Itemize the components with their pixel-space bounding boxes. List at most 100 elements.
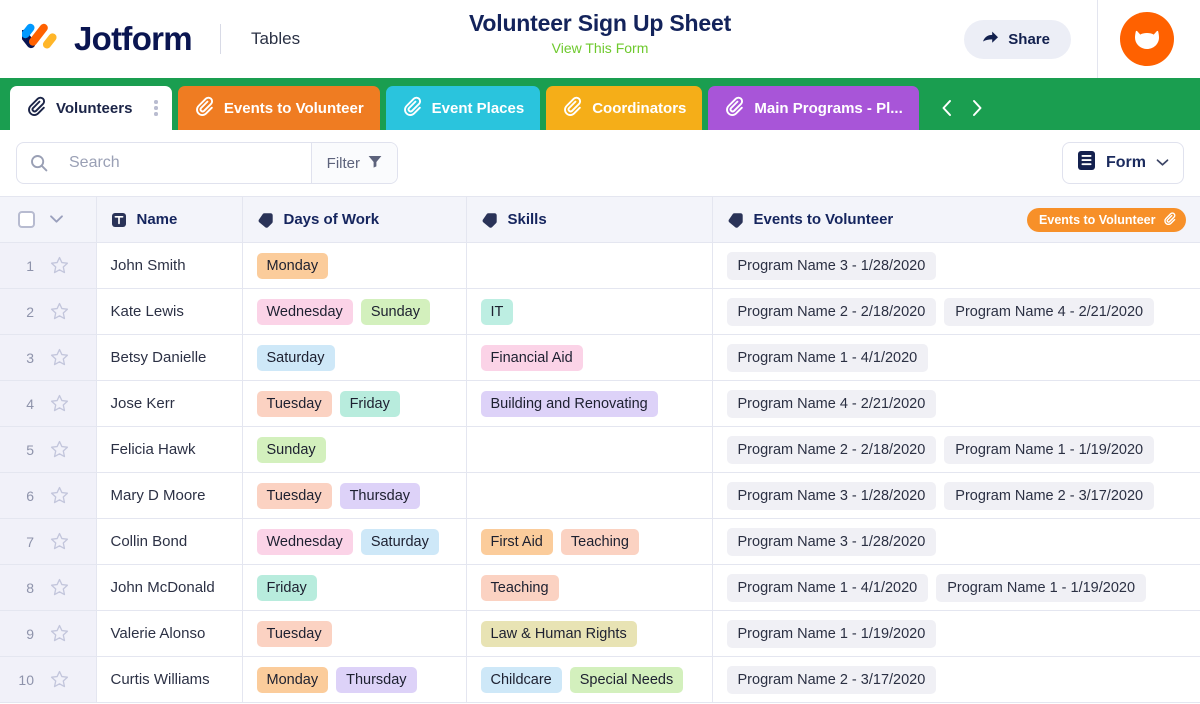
tag-chip[interactable]: Monday xyxy=(256,666,329,693)
header-name[interactable]: Name xyxy=(96,196,243,243)
tag-chip[interactable]: Saturday xyxy=(256,344,335,371)
favorite-star-icon[interactable] xyxy=(50,440,69,459)
cell-events-to-volunteer[interactable]: Program Name 1 - 4/1/2020 xyxy=(712,334,1200,381)
cell-days-of-work[interactable]: Tuesday xyxy=(242,610,467,657)
table-row[interactable]: 8 John McDonald Friday Teaching Program … xyxy=(0,564,1200,611)
cell-days-of-work[interactable]: Wednesday Saturday xyxy=(242,518,467,565)
event-chip[interactable]: Program Name 4 - 2/21/2020 xyxy=(726,389,937,418)
cell-events-to-volunteer[interactable]: Program Name 1 - 4/1/2020 Program Name 1 … xyxy=(712,564,1200,611)
cell-days-of-work[interactable]: Wednesday Sunday xyxy=(242,288,467,335)
tab-volunteers[interactable]: Volunteers xyxy=(10,86,172,130)
table-row[interactable]: 6 Mary D Moore Tuesday Thursday Program N… xyxy=(0,472,1200,519)
row-options-chevron-icon[interactable] xyxy=(49,211,64,228)
cell-skills[interactable]: Financial Aid xyxy=(466,334,713,381)
view-form-link[interactable]: View This Form xyxy=(0,40,1200,56)
event-chip[interactable]: Program Name 4 - 2/21/2020 xyxy=(944,297,1155,326)
favorite-star-icon[interactable] xyxy=(50,256,69,275)
cell-name[interactable]: John McDonald xyxy=(96,564,243,611)
cell-days-of-work[interactable]: Monday Thursday xyxy=(242,656,467,703)
event-chip[interactable]: Program Name 2 - 2/18/2020 xyxy=(726,435,937,464)
user-avatar[interactable] xyxy=(1120,12,1174,66)
event-chip[interactable]: Program Name 3 - 1/28/2020 xyxy=(726,481,937,510)
search-input[interactable] xyxy=(57,154,311,172)
tag-chip[interactable]: Monday xyxy=(256,252,329,279)
tab-coordinators[interactable]: Coordinators xyxy=(546,86,703,130)
tag-chip[interactable]: Childcare xyxy=(480,666,562,693)
cell-events-to-volunteer[interactable]: Program Name 2 - 2/18/2020 Program Name 1… xyxy=(712,426,1200,473)
favorite-star-icon[interactable] xyxy=(50,670,69,689)
favorite-star-icon[interactable] xyxy=(50,532,69,551)
tag-chip[interactable]: Friday xyxy=(256,574,317,601)
event-chip[interactable]: Program Name 1 - 4/1/2020 xyxy=(726,343,929,372)
header-skills[interactable]: Skills xyxy=(466,196,713,243)
tag-chip[interactable]: Sunday xyxy=(256,436,326,463)
linked-table-badge[interactable]: Events to Volunteer xyxy=(1027,207,1186,232)
favorite-star-icon[interactable] xyxy=(50,302,69,321)
tag-chip[interactable]: Law & Human Rights xyxy=(480,620,637,647)
event-chip[interactable]: Program Name 1 - 1/19/2020 xyxy=(944,435,1155,464)
cell-name[interactable]: Collin Bond xyxy=(96,518,243,565)
tag-chip[interactable]: Wednesday xyxy=(256,528,353,555)
favorite-star-icon[interactable] xyxy=(50,394,69,413)
cell-name[interactable]: Curtis Williams xyxy=(96,656,243,703)
table-row[interactable]: 9 Valerie Alonso Tuesday Law & Human Rig… xyxy=(0,610,1200,657)
tag-chip[interactable]: Financial Aid xyxy=(480,344,583,371)
cell-skills[interactable]: IT xyxy=(466,288,713,335)
tag-chip[interactable]: Thursday xyxy=(339,482,421,509)
header-days-of-work[interactable]: Days of Work xyxy=(242,196,467,243)
cell-name[interactable]: Betsy Danielle xyxy=(96,334,243,381)
cell-skills[interactable]: Teaching xyxy=(466,564,713,611)
event-chip[interactable]: Program Name 1 - 1/19/2020 xyxy=(726,619,937,648)
table-row[interactable]: 1 John Smith Monday Program Name 3 - 1/2… xyxy=(0,242,1200,289)
cell-events-to-volunteer[interactable]: Program Name 3 - 1/28/2020 Program Name 2… xyxy=(712,472,1200,519)
favorite-star-icon[interactable] xyxy=(50,578,69,597)
cell-name[interactable]: Felicia Hawk xyxy=(96,426,243,473)
event-chip[interactable]: Program Name 2 - 3/17/2020 xyxy=(726,665,937,694)
table-row[interactable]: 2 Kate Lewis Wednesday Sunday IT Program … xyxy=(0,288,1200,335)
cell-events-to-volunteer[interactable]: Program Name 3 - 1/28/2020 xyxy=(712,242,1200,289)
cell-skills[interactable]: Building and Renovating xyxy=(466,380,713,427)
tab-event-places[interactable]: Event Places xyxy=(385,86,541,130)
favorite-star-icon[interactable] xyxy=(50,348,69,367)
favorite-star-icon[interactable] xyxy=(50,486,69,505)
event-chip[interactable]: Program Name 2 - 3/17/2020 xyxy=(944,481,1155,510)
header-events-to-volunteer[interactable]: Events to Volunteer Events to Volunteer xyxy=(712,196,1200,243)
cell-skills[interactable] xyxy=(466,242,713,289)
cell-skills[interactable]: First Aid Teaching xyxy=(466,518,713,565)
cell-skills[interactable] xyxy=(466,426,713,473)
tag-chip[interactable]: Teaching xyxy=(560,528,639,555)
cell-events-to-volunteer[interactable]: Program Name 2 - 3/17/2020 xyxy=(712,656,1200,703)
select-all-checkbox[interactable] xyxy=(18,211,35,228)
table-row[interactable]: 5 Felicia Hawk Sunday Program Name 2 - 2… xyxy=(0,426,1200,473)
tag-chip[interactable]: Friday xyxy=(339,390,400,417)
cell-days-of-work[interactable]: Tuesday Friday xyxy=(242,380,467,427)
event-chip[interactable]: Program Name 1 - 1/19/2020 xyxy=(936,573,1147,602)
cell-name[interactable]: Kate Lewis xyxy=(96,288,243,335)
cell-events-to-volunteer[interactable]: Program Name 1 - 1/19/2020 xyxy=(712,610,1200,657)
filter-button[interactable]: Filter xyxy=(310,143,397,183)
tag-chip[interactable]: First Aid xyxy=(480,528,553,555)
tag-chip[interactable]: Teaching xyxy=(480,574,559,601)
tag-chip[interactable]: Tuesday xyxy=(256,620,332,647)
cell-skills[interactable] xyxy=(466,472,713,519)
tag-chip[interactable]: Special Needs xyxy=(569,666,684,693)
tag-chip[interactable]: Wednesday xyxy=(256,298,353,325)
table-row[interactable]: 4 Jose Kerr Tuesday Friday Building and R… xyxy=(0,380,1200,427)
event-chip[interactable]: Program Name 3 - 1/28/2020 xyxy=(726,251,937,280)
cell-name[interactable]: Valerie Alonso xyxy=(96,610,243,657)
tab-prev-icon[interactable] xyxy=(939,98,955,118)
cell-days-of-work[interactable]: Monday xyxy=(242,242,467,289)
cell-events-to-volunteer[interactable]: Program Name 2 - 2/18/2020 Program Name 4… xyxy=(712,288,1200,335)
cell-name[interactable]: Jose Kerr xyxy=(96,380,243,427)
tab-main-programs[interactable]: Main Programs - Pl... xyxy=(708,86,919,130)
cell-events-to-volunteer[interactable]: Program Name 4 - 2/21/2020 xyxy=(712,380,1200,427)
event-chip[interactable]: Program Name 3 - 1/28/2020 xyxy=(726,527,937,556)
cell-days-of-work[interactable]: Sunday xyxy=(242,426,467,473)
cell-events-to-volunteer[interactable]: Program Name 3 - 1/28/2020 xyxy=(712,518,1200,565)
cell-days-of-work[interactable]: Friday xyxy=(242,564,467,611)
cell-skills[interactable]: Childcare Special Needs xyxy=(466,656,713,703)
tag-chip[interactable]: Building and Renovating xyxy=(480,390,658,417)
cell-name[interactable]: John Smith xyxy=(96,242,243,289)
cell-name[interactable]: Mary D Moore xyxy=(96,472,243,519)
favorite-star-icon[interactable] xyxy=(50,624,69,643)
